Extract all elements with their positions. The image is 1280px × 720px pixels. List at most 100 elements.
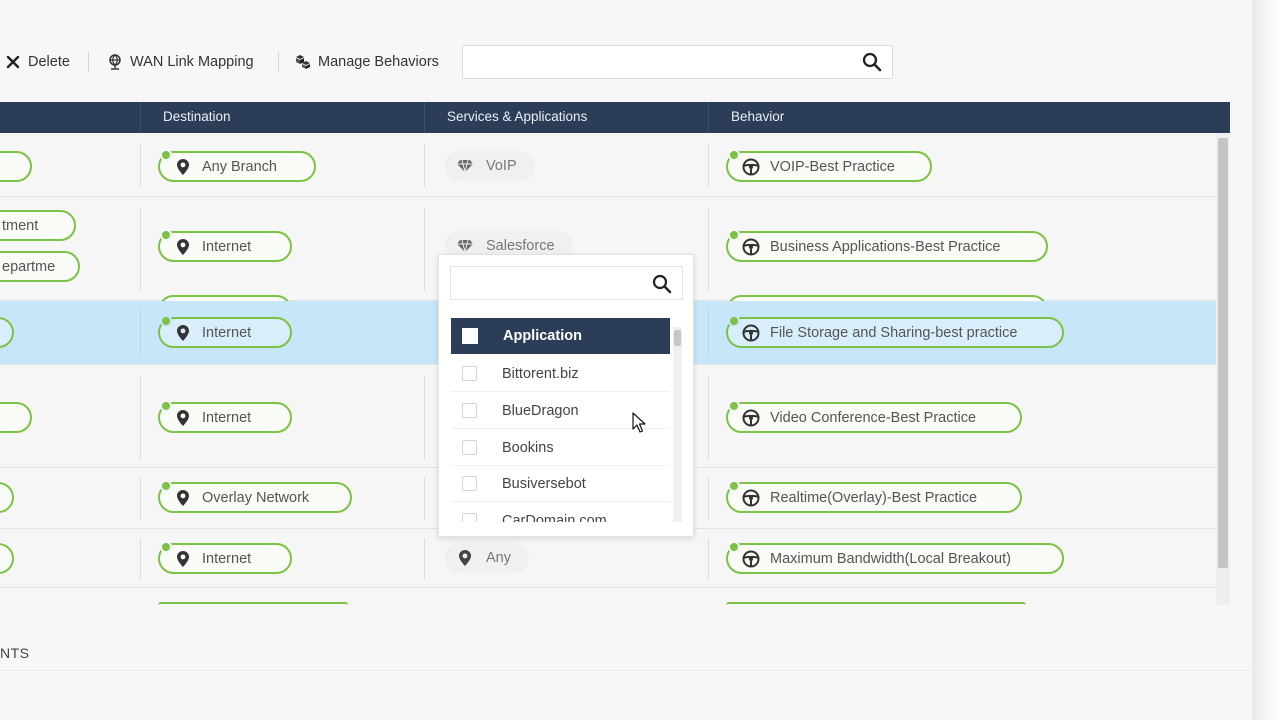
- source-pill[interactable]: [0, 543, 14, 574]
- delete-button[interactable]: Delete: [4, 52, 70, 72]
- status-dot: [728, 315, 740, 327]
- behavior-pill[interactable]: Video Conference-Best Practice: [726, 400, 1022, 433]
- cell-divider: [708, 376, 709, 460]
- dropdown-option[interactable]: Bittorent.biz: [451, 356, 670, 392]
- status-dot: [728, 400, 740, 412]
- toolbar-search: [462, 45, 893, 79]
- destination-pill[interactable]: Any Branch: [158, 149, 316, 182]
- option-label: Busiversebot: [502, 475, 586, 492]
- search-icon[interactable]: [652, 274, 672, 299]
- dropdown-search[interactable]: [450, 266, 683, 300]
- delete-label: Delete: [28, 54, 70, 70]
- cell-divider: [424, 207, 425, 291]
- select-all-checkbox[interactable]: [462, 328, 478, 344]
- option-checkbox[interactable]: [462, 366, 477, 381]
- source-label: tment: [2, 217, 39, 234]
- diamond-icon: [456, 239, 474, 253]
- destination-pill[interactable]: Internet: [158, 229, 292, 262]
- diamond-icon: [456, 159, 474, 173]
- destination-label: Internet: [202, 324, 252, 341]
- cell-divider: [140, 207, 141, 291]
- steering-wheel-icon: [742, 409, 760, 427]
- destination-pill[interactable]: Internet: [158, 541, 292, 574]
- application-dropdown: Application Bittorent.biz BlueDragon Boo…: [438, 254, 694, 537]
- behavior-label: File Storage and Sharing-best practice: [770, 324, 1018, 341]
- behavior-pill[interactable]: Business Applications-Best Practice: [726, 229, 1048, 262]
- status-dot: [728, 480, 740, 492]
- table-row[interactable]: Any Branch VoIP VOIP-Best Practice: [0, 133, 1216, 197]
- cell-divider: [708, 207, 709, 291]
- behavior-label: VOIP-Best Practice: [770, 158, 895, 175]
- option-label: Bittorent.biz: [502, 365, 579, 382]
- source-pill[interactable]: [0, 482, 14, 513]
- dropdown-option[interactable]: CarDomain.com: [451, 503, 670, 522]
- option-label: Bookins: [502, 439, 554, 456]
- option-checkbox[interactable]: [462, 513, 477, 522]
- steering-wheel-icon: [742, 158, 760, 176]
- option-checkbox[interactable]: [462, 476, 477, 491]
- source-pill[interactable]: [0, 402, 32, 433]
- service-label: Any: [486, 550, 511, 566]
- location-pin-icon: [174, 324, 192, 341]
- steering-wheel-icon: [742, 550, 760, 568]
- source-pill[interactable]: [0, 151, 32, 182]
- behavior-label: Realtime(Overlay)-Best Practice: [770, 489, 978, 506]
- cell-divider: [708, 477, 709, 521]
- search-icon[interactable]: [862, 52, 882, 77]
- cell-divider: [140, 376, 141, 460]
- source-pill[interactable]: [0, 317, 14, 348]
- dropdown-group-header[interactable]: Application: [451, 318, 670, 354]
- wan-link-mapping-button[interactable]: WAN Link Mapping: [106, 52, 254, 72]
- dropdown-scrollbar[interactable]: [673, 327, 682, 522]
- option-checkbox[interactable]: [462, 403, 477, 418]
- destination-pill[interactable]: Internet: [158, 400, 292, 433]
- location-pin-icon: [174, 550, 192, 567]
- status-dot: [160, 541, 172, 553]
- search-input[interactable]: [471, 52, 851, 72]
- service-label: Salesforce: [486, 238, 555, 254]
- column-header-destination[interactable]: Destination: [163, 109, 231, 124]
- service-label: VoIP: [486, 158, 517, 174]
- column-divider: [424, 102, 425, 133]
- cell-divider: [140, 143, 141, 187]
- dropdown-scrollbar-thumb[interactable]: [674, 330, 681, 346]
- wan-link-mapping-label: WAN Link Mapping: [130, 54, 254, 70]
- divider: [0, 670, 1252, 671]
- dropdown-option[interactable]: Busiversebot: [451, 466, 670, 502]
- section-label: NTS: [0, 645, 30, 661]
- cell-divider: [708, 309, 709, 357]
- table-scrollbar-thumb[interactable]: [1218, 138, 1228, 568]
- service-pill[interactable]: VoIP: [444, 151, 535, 181]
- location-pin-icon: [174, 409, 192, 426]
- status-dot: [728, 229, 740, 241]
- window-edge: [1252, 0, 1280, 720]
- behavior-pill[interactable]: Realtime(Overlay)-Best Practice: [726, 480, 1022, 513]
- option-checkbox[interactable]: [462, 440, 477, 455]
- destination-label: Internet: [202, 409, 252, 426]
- source-pill[interactable]: tment: [0, 210, 76, 241]
- destination-pill[interactable]: Internet: [158, 315, 292, 348]
- location-pin-icon: [174, 158, 192, 175]
- close-icon: [4, 53, 22, 71]
- column-header-services[interactable]: Services & Applications: [447, 109, 587, 124]
- cell-divider: [708, 538, 709, 580]
- destination-pill[interactable]: Overlay Network: [158, 480, 352, 513]
- status-dot: [160, 229, 172, 241]
- manage-behaviors-button[interactable]: Manage Behaviors: [294, 52, 439, 72]
- source-pill[interactable]: epartme: [0, 251, 80, 282]
- behavior-label: Business Applications-Best Practice: [770, 238, 1001, 255]
- behavior-pill[interactable]: VOIP-Best Practice: [726, 149, 932, 182]
- steering-wheel-icon: [742, 324, 760, 342]
- cell-divider: [424, 376, 425, 460]
- status-dot: [160, 480, 172, 492]
- table-bottom-mask: [0, 605, 1230, 645]
- behavior-pill[interactable]: Maximum Bandwidth(Local Breakout): [726, 541, 1064, 574]
- behavior-pill[interactable]: File Storage and Sharing-best practice: [726, 315, 1064, 348]
- column-divider: [708, 102, 709, 133]
- steering-wheel-icon: [742, 489, 760, 507]
- service-pill[interactable]: Any: [444, 543, 529, 573]
- column-header-behavior[interactable]: Behavior: [731, 109, 784, 124]
- cell-divider: [140, 538, 141, 580]
- manage-behaviors-label: Manage Behaviors: [318, 54, 439, 70]
- table-row[interactable]: Internet Any Maximum Bandwidth(Local Bre…: [0, 530, 1216, 588]
